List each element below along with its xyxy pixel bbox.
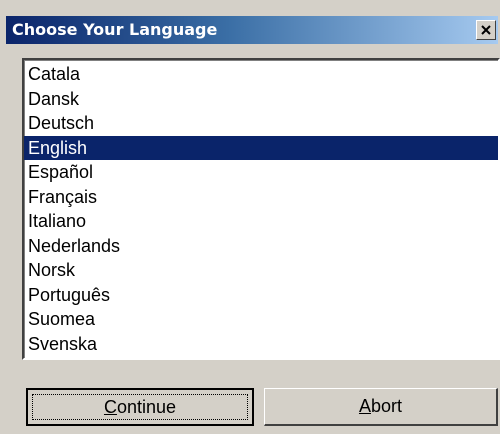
continue-button[interactable]: Continue bbox=[26, 388, 254, 426]
title-bar[interactable]: Choose Your Language bbox=[6, 16, 498, 44]
language-item-español[interactable]: Español bbox=[24, 160, 498, 185]
language-item-português[interactable]: Português bbox=[24, 283, 498, 308]
language-listbox[interactable]: Catala Dansk Deutsch English Español Français… bbox=[22, 58, 500, 360]
abort-accel: A bbox=[358, 396, 371, 416]
language-item-suomea[interactable]: Suomea bbox=[24, 307, 498, 332]
language-item-catala[interactable]: Catala bbox=[24, 62, 498, 87]
language-item-dansk[interactable]: Dansk bbox=[24, 87, 498, 112]
close-button[interactable] bbox=[476, 20, 496, 40]
language-item-nederlands[interactable]: Nederlands bbox=[24, 234, 498, 259]
abort-label-rest: bort bbox=[370, 396, 403, 416]
dialog-title: Choose Your Language bbox=[12, 20, 218, 39]
close-icon bbox=[481, 25, 491, 35]
language-dialog: Choose Your Language Catala Dansk Deutsch E… bbox=[0, 0, 500, 434]
focus-rect bbox=[32, 394, 248, 420]
language-item-italiano[interactable]: Italiano bbox=[24, 209, 498, 234]
language-item-français[interactable]: Français bbox=[24, 185, 498, 210]
language-item-norsk[interactable]: Norsk bbox=[24, 258, 498, 283]
abort-button[interactable]: Abort bbox=[264, 388, 498, 426]
language-item-deutsch[interactable]: Deutsch bbox=[24, 111, 498, 136]
language-item-english[interactable]: English bbox=[24, 135, 498, 160]
language-item-svenska[interactable]: Svenska bbox=[24, 332, 498, 357]
